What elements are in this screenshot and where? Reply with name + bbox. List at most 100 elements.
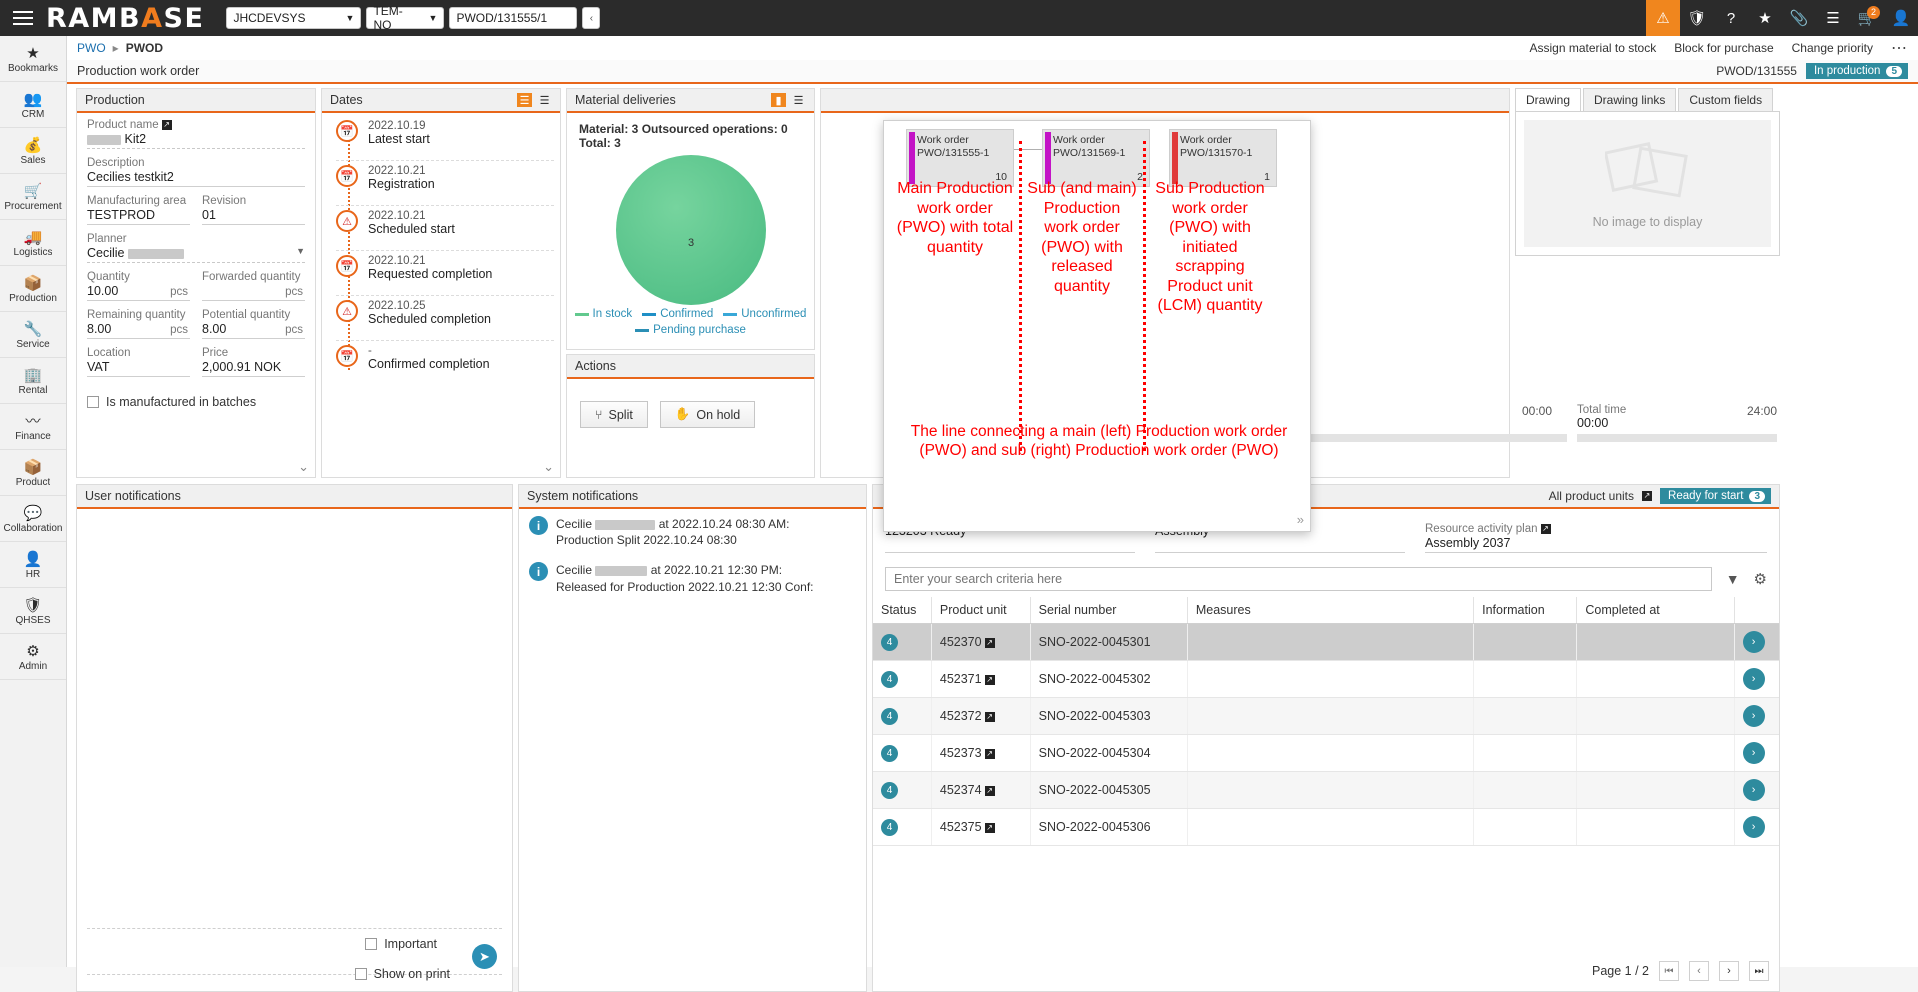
ready-for-start-badge[interactable]: Ready for start 3: [1660, 488, 1771, 504]
on-hold-button[interactable]: ✋ On hold: [660, 401, 755, 428]
pie-chart[interactable]: 3: [567, 154, 814, 306]
col-information[interactable]: Information: [1474, 597, 1577, 624]
sidebar-item-admin[interactable]: ⚙ Admin: [0, 634, 66, 680]
system-select[interactable]: JHCDEVSYS ▼: [226, 7, 361, 29]
status-badge[interactable]: In production 5: [1806, 63, 1908, 79]
external-link-icon[interactable]: ↗: [162, 120, 172, 130]
hamburger-menu-icon[interactable]: [0, 0, 46, 36]
field-revision[interactable]: Revision 01: [202, 195, 305, 225]
sidebar-item-product[interactable]: 📦 Product: [0, 450, 66, 496]
menu-icon[interactable]: ☰: [537, 93, 552, 107]
field-quantity[interactable]: Quantity 10.00 pcs: [87, 271, 190, 301]
field-planner[interactable]: Planner Cecilie ▼: [87, 233, 305, 263]
col-completed-at[interactable]: Completed at: [1577, 597, 1734, 624]
is-manufactured-in-batches-checkbox[interactable]: [87, 396, 99, 408]
gear-icon[interactable]: ⚙: [1754, 570, 1767, 588]
external-link-icon[interactable]: ↗: [1642, 491, 1652, 501]
sidebar-item-production[interactable]: 📦 Production: [0, 266, 66, 312]
cell-product-unit[interactable]: 452370↗: [931, 624, 1030, 661]
sidebar-item-service[interactable]: 🔧 Service: [0, 312, 66, 358]
table-row[interactable]: 4 452373↗ SNO-2022-0045304 ›: [873, 735, 1779, 772]
col-status[interactable]: Status: [873, 597, 931, 624]
sidebar-item-procurement[interactable]: 🛒 Procurement: [0, 174, 66, 220]
menu-icon[interactable]: ☰: [791, 93, 806, 107]
date-event[interactable]: 📅 2022.10.19 Latest start: [336, 116, 554, 161]
cart-icon[interactable]: 🛒 2: [1850, 0, 1884, 36]
legend-confirmed[interactable]: Confirmed: [642, 308, 713, 320]
col-serial-number[interactable]: Serial number: [1030, 597, 1187, 624]
sidebar-item-sales[interactable]: 💰 Sales: [0, 128, 66, 174]
external-link-icon[interactable]: ↗: [985, 638, 995, 648]
field-remaining-quantity[interactable]: Remaining quantity 8.00 pcs: [87, 309, 190, 339]
cell-product-unit[interactable]: 452373↗: [931, 735, 1030, 772]
system-notification-item[interactable]: i Cecilie at 2022.10.21 12:30 PM: Releas…: [519, 555, 866, 601]
change-priority-action[interactable]: Change priority: [1792, 41, 1873, 55]
legend-pending-purchase[interactable]: Pending purchase: [635, 324, 746, 336]
list-view-icon[interactable]: ☰: [517, 93, 532, 107]
block-for-purchase-action[interactable]: Block for purchase: [1674, 41, 1773, 55]
tab-custom-fields[interactable]: Custom fields: [1678, 88, 1773, 111]
field-potential-quantity[interactable]: Potential quantity 8.00 pcs: [202, 309, 305, 339]
tab-drawing[interactable]: Drawing: [1515, 88, 1581, 111]
assign-material-to-stock-action[interactable]: Assign material to stock: [1530, 41, 1657, 55]
warning-icon[interactable]: ⚠: [1646, 0, 1680, 36]
system-notification-item[interactable]: i Cecilie at 2022.10.24 08:30 AM: Produc…: [519, 509, 866, 555]
menu-icon[interactable]: ☰: [1816, 0, 1850, 36]
tab-drawing-links[interactable]: Drawing links: [1583, 88, 1676, 111]
legend-in-stock[interactable]: In stock: [575, 308, 633, 320]
important-checkbox[interactable]: [365, 938, 377, 950]
user-icon[interactable]: 👤: [1884, 0, 1918, 36]
date-event[interactable]: ⚠ 2022.10.21 Scheduled start: [336, 206, 554, 251]
pager-prev-button[interactable]: ‹: [1689, 961, 1709, 981]
col-product-unit[interactable]: Product unit: [931, 597, 1030, 624]
sidebar-item-bookmarks[interactable]: ★ Bookmarks: [0, 36, 66, 82]
table-row[interactable]: 4 452371↗ SNO-2022-0045302 ›: [873, 661, 1779, 698]
row-open-icon[interactable]: ›: [1743, 705, 1765, 727]
sidebar-item-qhses[interactable]: 🛡 QHSES: [0, 588, 66, 634]
more-actions-icon[interactable]: ⋯: [1891, 38, 1908, 58]
star-icon[interactable]: ★: [1748, 0, 1782, 36]
date-event[interactable]: 📅 2022.10.21 Registration: [336, 161, 554, 206]
breadcrumb-item-pwod[interactable]: PWOD: [126, 41, 163, 55]
external-link-icon[interactable]: ↗: [985, 786, 995, 796]
split-button[interactable]: ⑂ Split: [580, 401, 648, 428]
show-on-print-checkbox[interactable]: [355, 968, 367, 980]
previous-document-button[interactable]: ‹: [582, 7, 600, 29]
sidebar-item-hr[interactable]: 👤 HR: [0, 542, 66, 588]
field-resource-activity-plan[interactable]: Resource activity plan↗ Assembly 2037: [1425, 523, 1767, 553]
send-notification-button[interactable]: ➤: [472, 944, 497, 969]
row-open-icon[interactable]: ›: [1743, 742, 1765, 764]
attachment-icon[interactable]: 📎: [1782, 0, 1816, 36]
pager-next-button[interactable]: ›: [1719, 961, 1739, 981]
filter-icon[interactable]: ▼: [1726, 571, 1740, 587]
sidebar-item-finance[interactable]: 〰 Finance: [0, 404, 66, 450]
col-measures[interactable]: Measures: [1187, 597, 1473, 624]
field-manufacturing-area[interactable]: Manufacturing area TESTPROD: [87, 195, 190, 225]
table-row[interactable]: 4 452375↗ SNO-2022-0045306 ›: [873, 809, 1779, 846]
row-open-icon[interactable]: ›: [1743, 816, 1765, 838]
sidebar-item-rental[interactable]: 🏢 Rental: [0, 358, 66, 404]
document-id-field[interactable]: PWOD/131555/1: [449, 7, 577, 29]
language-select[interactable]: TEM-NO ▼: [366, 7, 444, 29]
cell-product-unit[interactable]: 452374↗: [931, 772, 1030, 809]
external-link-icon[interactable]: ↗: [985, 712, 995, 722]
external-link-icon[interactable]: ↗: [985, 749, 995, 759]
search-input[interactable]: [885, 567, 1712, 591]
help-icon[interactable]: ?: [1714, 0, 1748, 36]
field-product-name[interactable]: Product name↗ Kit2: [87, 119, 305, 149]
shield-icon[interactable]: 🛡: [1680, 0, 1714, 36]
table-row[interactable]: 4 452370↗ SNO-2022-0045301 ›: [873, 624, 1779, 661]
pager-last-button[interactable]: ⏭: [1749, 961, 1769, 981]
field-description[interactable]: Description Cecilies testkit2: [87, 157, 305, 187]
external-link-icon[interactable]: ↗: [985, 675, 995, 685]
table-row[interactable]: 4 452372↗ SNO-2022-0045303 ›: [873, 698, 1779, 735]
row-open-icon[interactable]: ›: [1743, 631, 1765, 653]
cell-product-unit[interactable]: 452372↗: [931, 698, 1030, 735]
field-location[interactable]: Location VAT: [87, 347, 190, 377]
sidebar-item-logistics[interactable]: 🚚 Logistics: [0, 220, 66, 266]
field-price[interactable]: Price 2,000.91 NOK: [202, 347, 305, 377]
row-open-icon[interactable]: ›: [1743, 668, 1765, 690]
all-product-units-link[interactable]: All product units ↗: [1549, 489, 1652, 503]
pager-first-button[interactable]: ⏮: [1659, 961, 1679, 981]
external-link-icon[interactable]: ↗: [985, 823, 995, 833]
